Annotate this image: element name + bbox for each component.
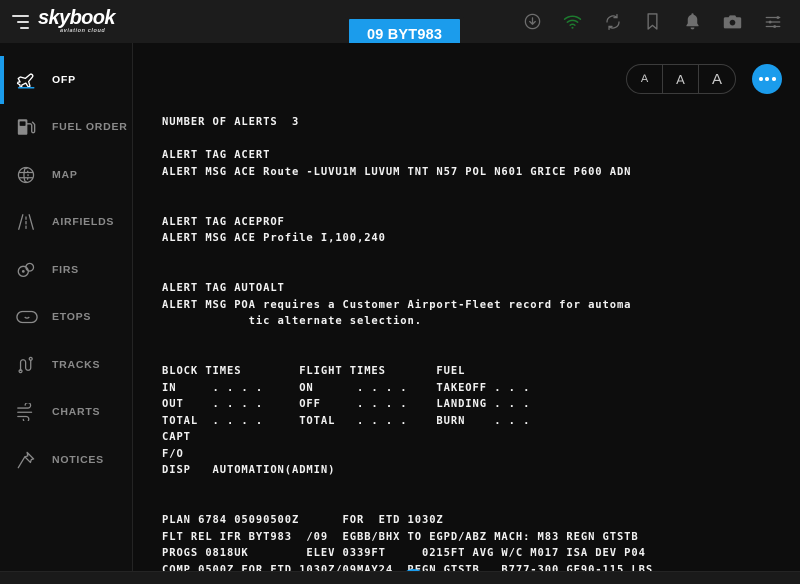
sidebar-item-label: OFP xyxy=(52,73,76,86)
wind-icon xyxy=(16,401,41,423)
top-bar-brand-area: skybook aviation cloud xyxy=(0,0,133,43)
tracks-icon xyxy=(16,354,41,376)
firs-icon xyxy=(16,259,41,281)
etops-icon xyxy=(16,306,41,328)
font-size-large-button[interactable]: A xyxy=(699,65,735,93)
fuel-pump-icon xyxy=(16,116,41,138)
font-size-medium-button[interactable]: A xyxy=(663,65,699,93)
download-icon[interactable] xyxy=(523,12,542,31)
sidebar-item-label: CHARTS xyxy=(52,406,101,419)
sidebar-item-label: NOTICES xyxy=(52,453,104,466)
globe-icon xyxy=(16,164,41,186)
camera-icon[interactable] xyxy=(723,12,742,31)
sidebar-item-notices[interactable]: NOTICES xyxy=(0,436,132,484)
more-options-button[interactable] xyxy=(752,64,782,94)
font-size-group: A A A xyxy=(626,64,736,94)
sidebar-item-ofp[interactable]: OFP xyxy=(0,56,132,104)
ofp-content-panel: A A A NUMBER OF ALERTS 3 ALERT TAG ACERT… xyxy=(134,43,800,584)
sidebar-item-label: TRACKS xyxy=(52,358,101,371)
sliders-icon[interactable] xyxy=(763,12,782,31)
pin-icon xyxy=(16,449,41,471)
sidebar-item-label: MAP xyxy=(52,168,78,181)
sidebar-item-map[interactable]: MAP xyxy=(0,151,132,199)
ofp-text-body: NUMBER OF ALERTS 3 ALERT TAG ACERT ALERT… xyxy=(162,116,652,576)
sidebar-item-tracks[interactable]: TRACKS xyxy=(0,341,132,389)
top-bar: skybook aviation cloud 09 BYT983 xyxy=(0,0,800,55)
sidebar-item-firs[interactable]: FIRS xyxy=(0,246,132,294)
sidebar-item-label: FUEL ORDER xyxy=(52,121,128,134)
app-logo-tagline: aviation cloud xyxy=(60,28,106,35)
bottom-bar xyxy=(0,571,800,584)
sidebar-item-etops[interactable]: ETOPS xyxy=(0,294,132,342)
sidebar-item-charts[interactable]: CHARTS xyxy=(0,389,132,437)
hamburger-icon[interactable] xyxy=(9,14,29,29)
sidebar-item-label: FIRS xyxy=(52,263,79,276)
font-size-small-button[interactable]: A xyxy=(627,65,663,93)
app-root: skybook aviation cloud 09 BYT983 OFP FUE… xyxy=(0,0,800,584)
sync-icon[interactable] xyxy=(603,12,622,31)
sidebar: OFP FUEL ORDER MAP AIRFIELDS FIRS ETOPS … xyxy=(0,43,133,584)
app-logo[interactable]: skybook aviation cloud xyxy=(38,7,116,35)
bookmark-icon[interactable] xyxy=(643,12,662,31)
sidebar-item-airfields[interactable]: AIRFIELDS xyxy=(0,199,132,247)
top-bar-icons xyxy=(523,12,800,31)
runway-icon xyxy=(16,211,41,233)
sidebar-item-fuel-order[interactable]: FUEL ORDER xyxy=(0,104,132,152)
wifi-icon[interactable] xyxy=(563,12,582,31)
sidebar-item-label: AIRFIELDS xyxy=(52,216,115,229)
app-logo-text: skybook xyxy=(38,7,116,30)
bell-icon[interactable] xyxy=(683,12,702,31)
sidebar-item-label: ETOPS xyxy=(52,311,92,324)
plane-icon xyxy=(16,69,41,91)
font-size-toolbar: A A A xyxy=(626,64,782,94)
